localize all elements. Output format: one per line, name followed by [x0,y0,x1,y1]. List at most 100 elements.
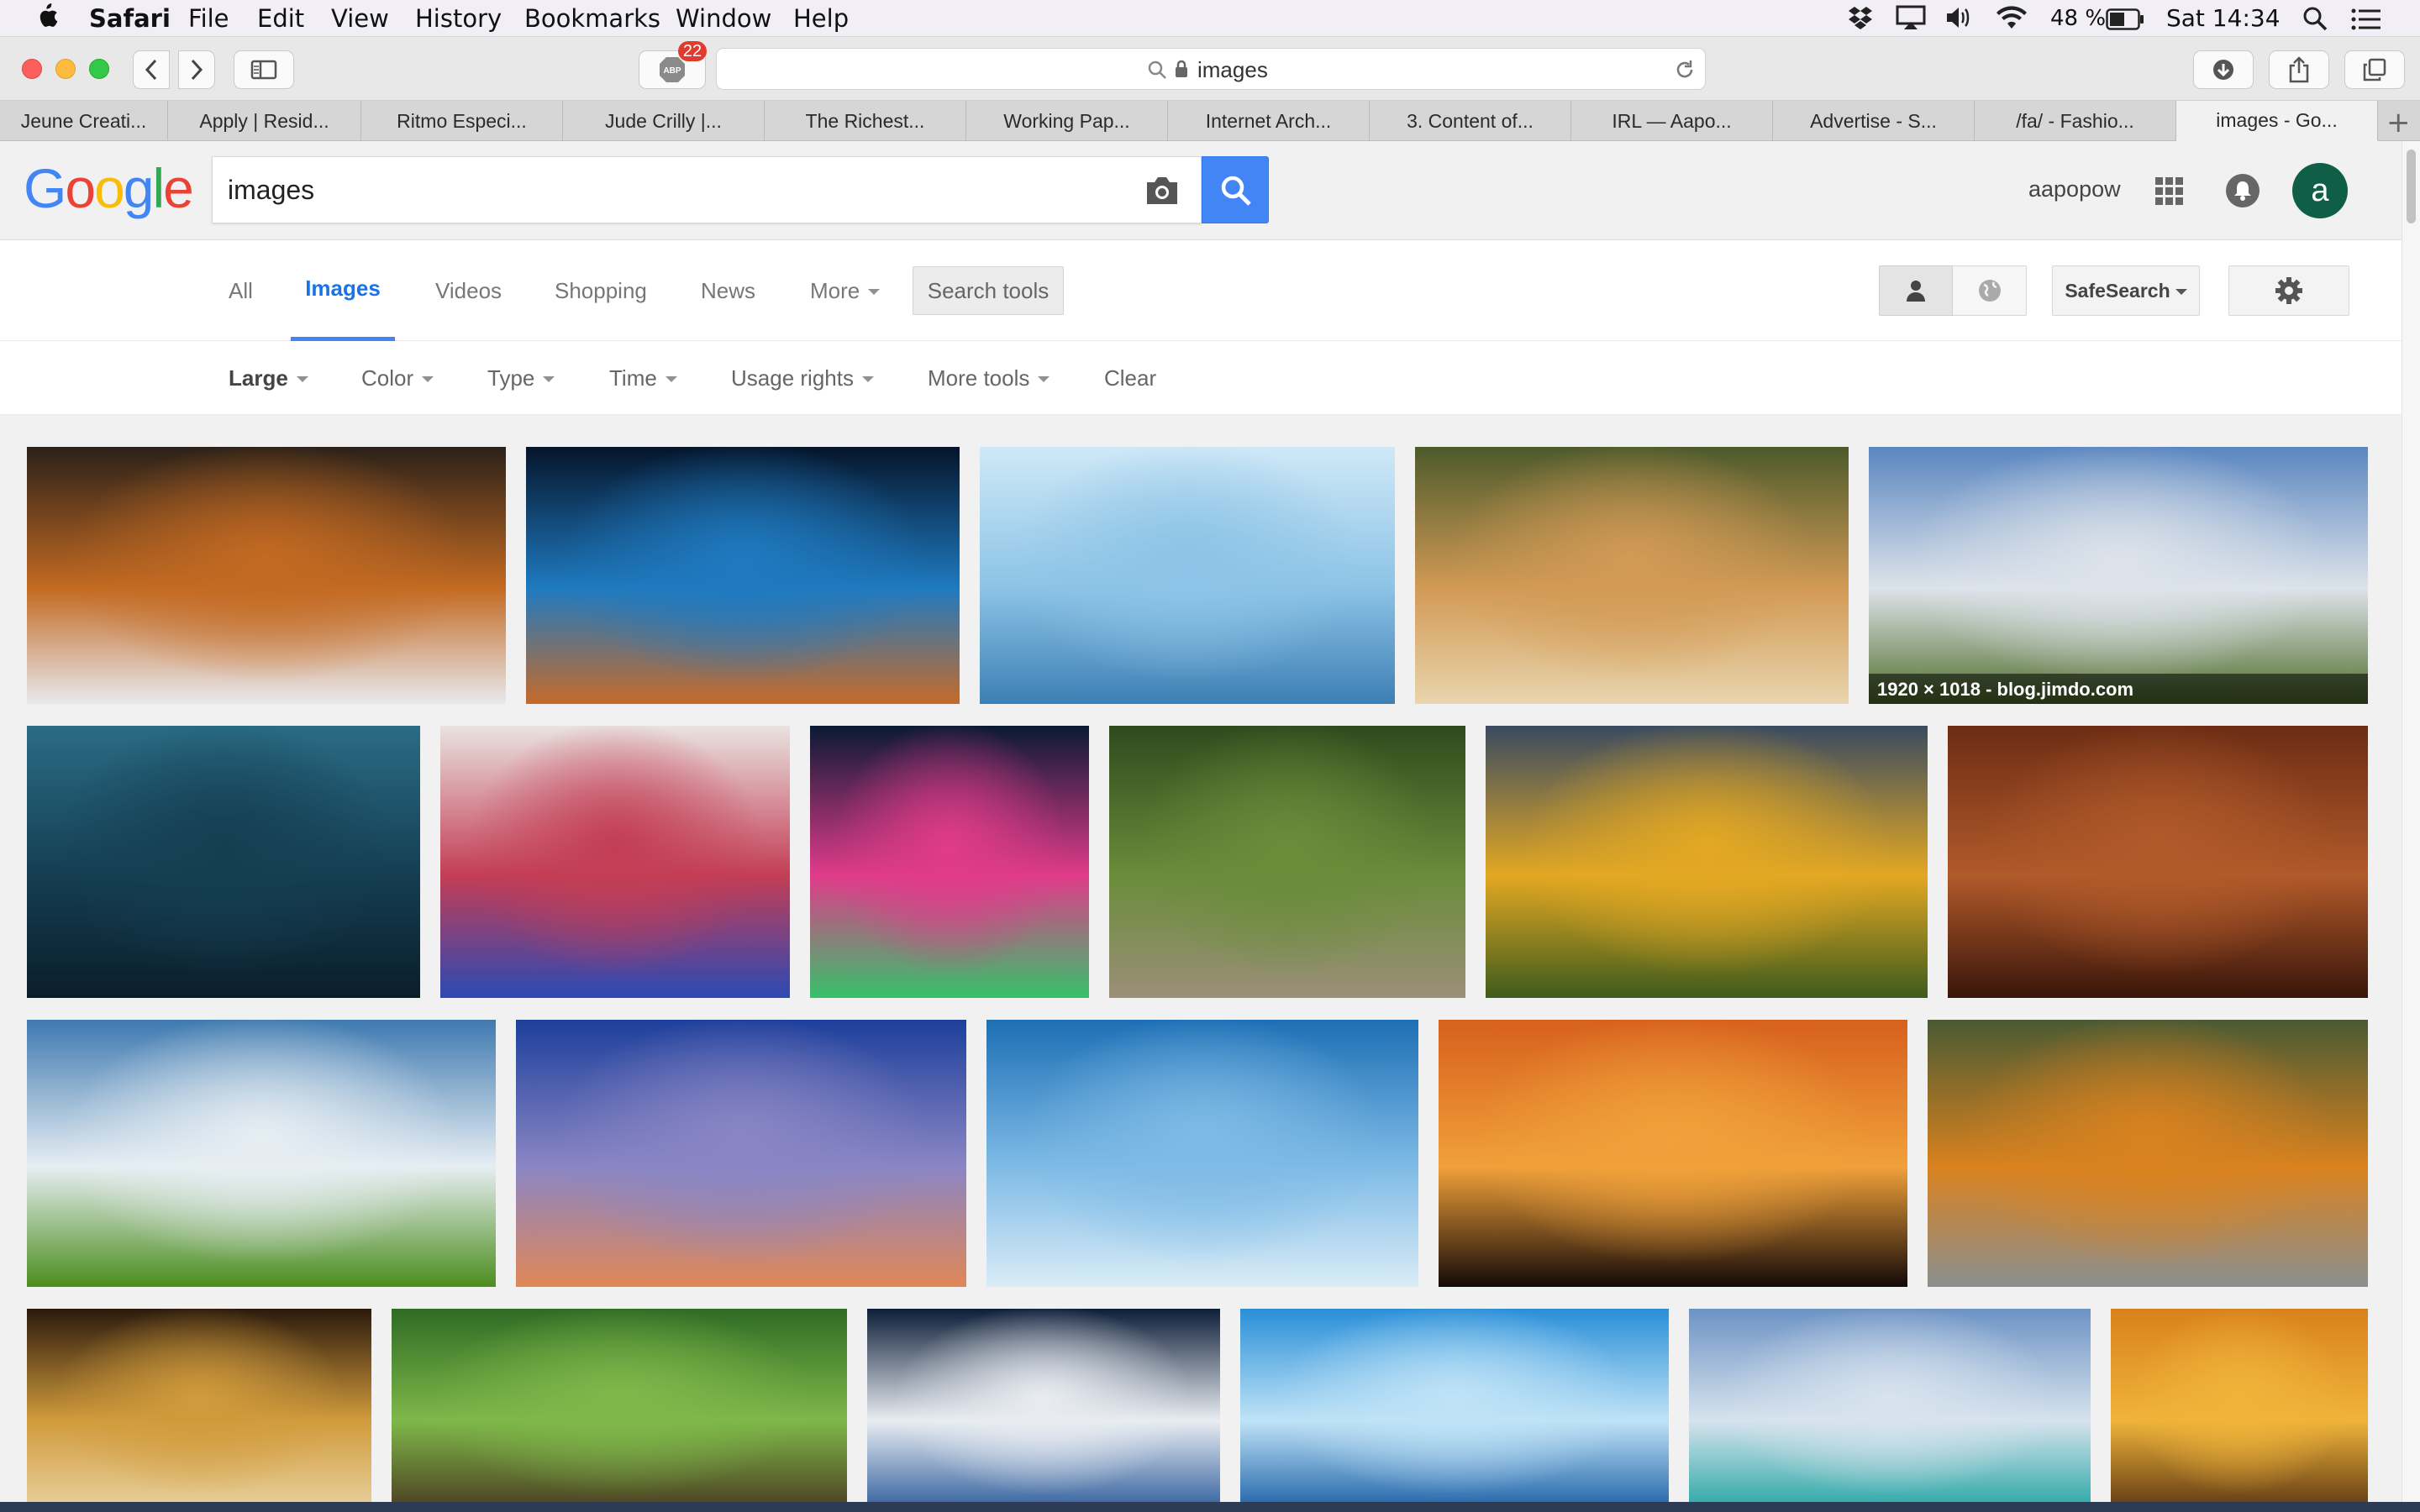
settings-button[interactable] [2228,265,2349,316]
tab-images[interactable]: Images [291,240,395,341]
menu-bookmarks[interactable]: Bookmarks [524,4,660,33]
clear-filters-link[interactable]: Clear [1104,341,1156,415]
image-result[interactable] [526,447,960,704]
image-result[interactable] [516,1020,966,1287]
tab-all[interactable]: All [229,240,253,341]
tab[interactable]: Ritmo Especi... [361,101,563,141]
new-tab-button[interactable]: + [2386,106,2411,139]
usage-rights-dropdown[interactable]: Usage rights [731,341,874,415]
image-result[interactable] [392,1309,847,1512]
image-result[interactable] [1439,1020,1907,1287]
app-menu-safari[interactable]: Safari [89,4,171,33]
reload-icon[interactable] [1673,58,1697,86]
apple-menu-icon[interactable] [34,2,59,36]
address-bar[interactable]: images [716,48,1706,90]
spotlight-search-icon[interactable] [2302,6,2328,37]
notifications-bell-icon[interactable] [2225,173,2260,213]
account-username[interactable]: aapopow [2028,176,2121,202]
time-filter-dropdown[interactable]: Time [609,341,677,415]
scrollbar-thumb[interactable] [2407,150,2416,223]
image-result[interactable] [867,1309,1220,1512]
wifi-icon[interactable] [1995,5,2028,36]
tab-title: Jude Crilly |... [605,109,722,132]
image-result[interactable] [1928,1020,2368,1287]
image-result[interactable] [27,1020,496,1287]
search-button[interactable] [1202,156,1269,223]
menu-view[interactable]: View [331,4,389,33]
tab-news[interactable]: News [701,240,755,341]
page-scrollbar[interactable] [2402,141,2420,1512]
volume-icon[interactable] [1944,5,1973,36]
minimize-window-button[interactable] [55,59,76,79]
search-tools-button[interactable]: Search tools [913,266,1064,315]
more-tools-dropdown[interactable]: More tools [928,341,1050,415]
battery-icon[interactable] [2106,8,2144,36]
image-result[interactable] [1486,726,1928,998]
zoom-window-button[interactable] [89,59,109,79]
menu-history[interactable]: History [415,4,502,33]
search-nav: All Images Videos Shopping News More Sea… [0,240,2402,341]
image-result[interactable] [27,447,506,704]
tab-more[interactable]: More [810,240,881,341]
tab[interactable]: Working Pap... [966,101,1168,141]
adblock-button[interactable]: ABP 22 [639,41,707,89]
apps-grid-icon[interactable] [2154,176,2185,211]
image-result[interactable] [1948,726,2368,998]
image-result[interactable] [440,726,790,998]
show-all-tabs-button[interactable] [2344,50,2405,89]
tab[interactable]: Apply | Resid... [168,101,361,141]
image-result[interactable] [2111,1309,2368,1512]
image-result[interactable] [1109,726,1465,998]
notification-center-icon[interactable] [2351,8,2381,36]
image-result[interactable] [1415,447,1849,704]
tab[interactable]: Jeune Creati... [0,101,168,141]
share-button[interactable] [2269,50,2329,89]
image-result[interactable] [1689,1309,2091,1512]
tab[interactable]: /fa/ - Fashio... [1975,101,2176,141]
tab-active[interactable]: images - Go... [2176,101,2378,141]
tab[interactable]: Jude Crilly |... [563,101,765,141]
tab[interactable]: Internet Arch... [1168,101,1370,141]
menu-window[interactable]: Window [676,4,771,33]
tab-shopping[interactable]: Shopping [555,240,647,341]
tab-videos[interactable]: Videos [435,240,502,341]
caret-down-icon [296,375,308,382]
menu-help[interactable]: Help [793,4,849,33]
personal-results-button[interactable] [1879,265,1953,316]
image-result[interactable] [27,1309,371,1512]
search-input[interactable] [228,169,1102,211]
safesearch-button[interactable]: SafeSearch [2052,265,2200,316]
tab[interactable]: Advertise - S... [1773,101,1975,141]
avatar[interactable]: a [2292,163,2348,218]
image-result[interactable] [1240,1309,1669,1512]
clock[interactable]: Sat 14:34 [2166,4,2281,32]
tab[interactable]: IRL — Aapo... [1571,101,1773,141]
image-result[interactable] [27,726,420,998]
menu-file[interactable]: File [188,4,229,33]
image-result[interactable] [980,447,1395,704]
image-result[interactable] [810,726,1089,998]
camera-icon[interactable] [1144,176,1181,210]
global-results-button[interactable] [1953,265,2027,316]
tab[interactable]: The Richest... [765,101,966,141]
image-result[interactable]: 1920 × 1018 - blog.jimdo.com [1869,447,2368,704]
tab[interactable]: 3. Content of... [1370,101,1571,141]
close-window-button[interactable] [22,59,42,79]
search-tools-bar: Large Color Type Time Usage rights More … [0,341,2402,415]
tab-title: /fa/ - Fashio... [2016,109,2134,132]
size-filter-dropdown[interactable]: Large [229,341,308,415]
google-logo[interactable]: Google [24,155,194,222]
image-result[interactable] [986,1020,1418,1287]
airplay-icon[interactable] [1896,5,1926,36]
sidebar-toggle-button[interactable] [234,50,294,89]
lock-icon [1174,59,1189,83]
type-filter-dropdown[interactable]: Type [487,341,555,415]
safesearch-label: SafeSearch [2065,279,2170,302]
dropbox-icon[interactable] [1847,5,1874,36]
color-filter-dropdown[interactable]: Color [361,341,434,415]
image-results-grid: 1920 × 1018 - blog.jimdo.com [0,415,2402,1512]
menu-edit[interactable]: Edit [257,4,304,33]
back-button[interactable] [133,50,170,89]
forward-button[interactable] [178,50,215,89]
downloads-button[interactable] [2193,50,2254,89]
